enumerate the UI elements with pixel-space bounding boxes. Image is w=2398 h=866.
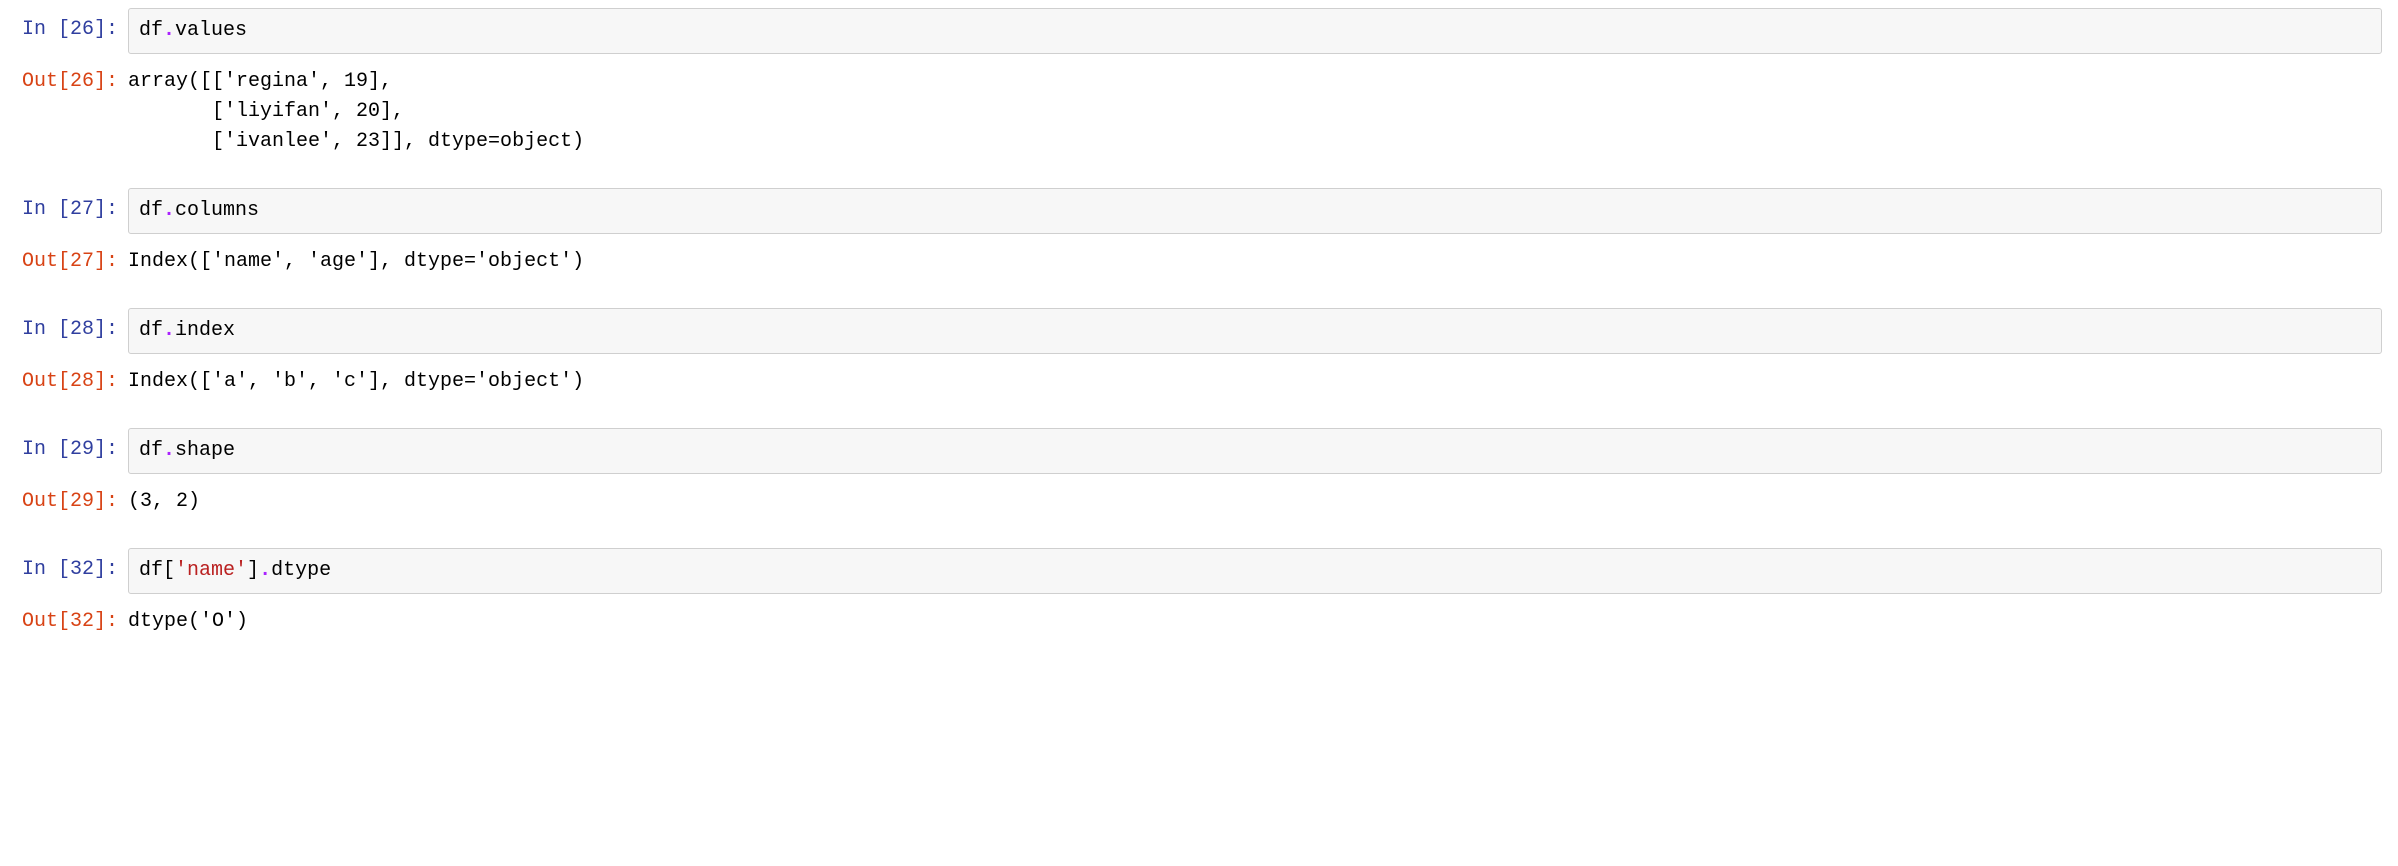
code-token-bracket: [: [163, 559, 175, 582]
code-token-operator: .: [163, 199, 175, 222]
code-token-operator: .: [163, 439, 175, 462]
input-row: In [32]: df['name'].dtype: [0, 548, 2398, 594]
code-token-ident: df: [139, 559, 163, 582]
code-token-operator: .: [163, 19, 175, 42]
output-prompt: Out[27]:: [0, 240, 128, 277]
output-row: Out[32]: dtype('O'): [0, 600, 2398, 644]
code-input[interactable]: df.columns: [128, 188, 2382, 234]
input-row: In [29]: df.shape: [0, 428, 2398, 474]
code-token-attr: shape: [175, 439, 235, 462]
output-prompt: Out[29]:: [0, 480, 128, 517]
input-prompt: In [27]:: [0, 188, 128, 225]
code-input[interactable]: df['name'].dtype: [128, 548, 2382, 594]
output-text: dtype('O'): [128, 600, 2382, 644]
output-prompt: Out[28]:: [0, 360, 128, 397]
notebook-cell-28: In [28]: df.index Out[28]: Index(['a', '…: [0, 308, 2398, 404]
output-text: Index(['a', 'b', 'c'], dtype='object'): [128, 360, 2382, 404]
code-token-attr: dtype: [271, 559, 331, 582]
code-token-operator: .: [259, 559, 271, 582]
code-token-ident: df: [139, 19, 163, 42]
output-row: Out[28]: Index(['a', 'b', 'c'], dtype='o…: [0, 360, 2398, 404]
output-row: Out[29]: (3, 2): [0, 480, 2398, 524]
code-input[interactable]: df.index: [128, 308, 2382, 354]
notebook-cell-32: In [32]: df['name'].dtype Out[32]: dtype…: [0, 548, 2398, 644]
output-text: Index(['name', 'age'], dtype='object'): [128, 240, 2382, 284]
input-prompt: In [29]:: [0, 428, 128, 465]
input-prompt: In [26]:: [0, 8, 128, 45]
output-prompt: Out[26]:: [0, 60, 128, 97]
code-token-string: 'name': [175, 559, 247, 582]
code-input[interactable]: df.shape: [128, 428, 2382, 474]
notebook-cell-26: In [26]: df.values Out[26]: array([['reg…: [0, 8, 2398, 164]
input-row: In [26]: df.values: [0, 8, 2398, 54]
code-token-ident: df: [139, 319, 163, 342]
input-row: In [27]: df.columns: [0, 188, 2398, 234]
input-prompt: In [28]:: [0, 308, 128, 345]
input-prompt: In [32]:: [0, 548, 128, 585]
code-token-bracket: ]: [247, 559, 259, 582]
code-token-ident: df: [139, 439, 163, 462]
code-token-attr: index: [175, 319, 235, 342]
notebook-cell-27: In [27]: df.columns Out[27]: Index(['nam…: [0, 188, 2398, 284]
output-row: Out[27]: Index(['name', 'age'], dtype='o…: [0, 240, 2398, 284]
code-token-attr: columns: [175, 199, 259, 222]
output-prompt: Out[32]:: [0, 600, 128, 637]
output-text: array([['regina', 19], ['liyifan', 20], …: [128, 60, 2382, 164]
input-row: In [28]: df.index: [0, 308, 2398, 354]
output-text: (3, 2): [128, 480, 2382, 524]
output-row: Out[26]: array([['regina', 19], ['liyifa…: [0, 60, 2398, 164]
code-token-ident: df: [139, 199, 163, 222]
code-token-attr: values: [175, 19, 247, 42]
code-input[interactable]: df.values: [128, 8, 2382, 54]
notebook-cell-29: In [29]: df.shape Out[29]: (3, 2): [0, 428, 2398, 524]
code-token-operator: .: [163, 319, 175, 342]
